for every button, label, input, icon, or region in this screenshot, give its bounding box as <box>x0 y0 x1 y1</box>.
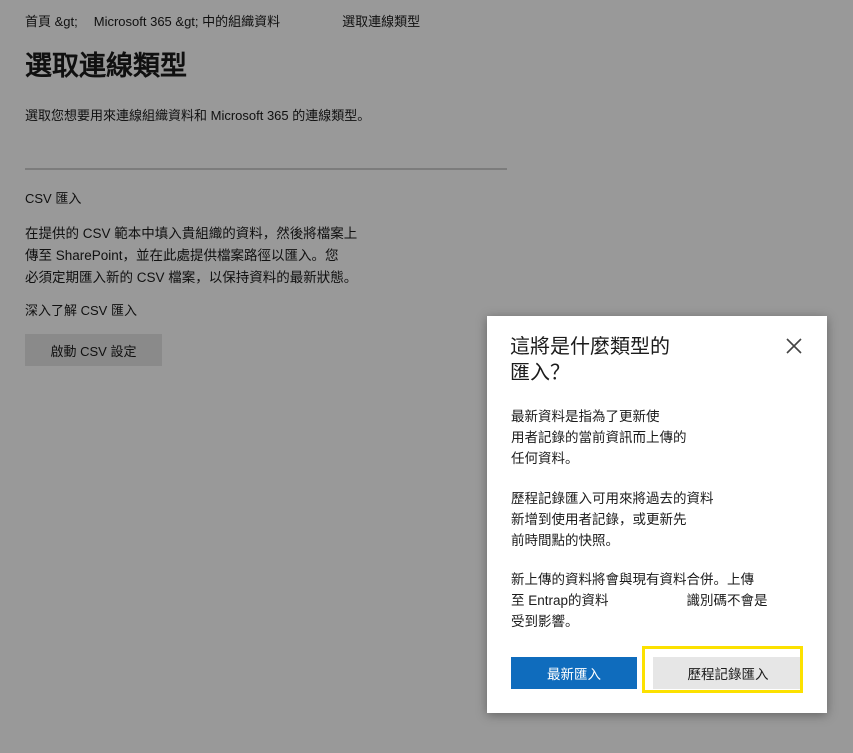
text-line: 用者記錄的當前資訊而上傳的 <box>511 430 687 445</box>
text-line: 歷程記錄匯入可用來將過去的資料 <box>511 491 714 506</box>
dialog-title: 這將是什麼類型的 匯入？ <box>510 334 690 386</box>
text-line: 任何資料。 <box>511 451 579 466</box>
text-line: 新上傳的資料將會與現有資料合併。上傳 <box>511 572 754 587</box>
history-import-description: 歷程記錄匯入可用來將過去的資料 新增到使用者記錄，或更新先 前時間點的快照。 <box>511 488 731 551</box>
latest-data-description: 最新資料是指為了更新使 用者記錄的當前資訊而上傳的 任何資料。 <box>511 406 711 469</box>
text-line: 受到影響。 <box>511 614 579 629</box>
close-icon <box>786 338 802 354</box>
text-line: 前時間點的快照。 <box>511 533 619 548</box>
dialog-title-line: 這將是什麼類型的 <box>510 336 670 358</box>
text-line: 新增到使用者記錄，或更新先 <box>511 512 687 527</box>
merge-description: 新上傳的資料將會與現有資料合併。上傳 至 Entrap的資料 識別碼不會是 受到影… <box>511 569 786 632</box>
text-line: 最新資料是指為了更新使 <box>511 409 660 424</box>
text-segment: 至 Entrap的資料 <box>511 593 609 608</box>
text-segment: 識別碼不會是 <box>686 593 768 608</box>
text-line: 至 Entrap的資料 識別碼不會是 <box>511 590 786 611</box>
latest-import-button[interactable]: 最新匯入 <box>511 657 637 689</box>
close-button[interactable] <box>782 334 806 358</box>
import-type-dialog: 這將是什麼類型的 匯入？ 最新資料是指為了更新使 用者記錄的當前資訊而上傳的 任… <box>487 316 827 713</box>
dialog-title-line: 匯入？ <box>510 362 570 384</box>
history-import-button[interactable]: 歷程記錄匯入 <box>653 657 803 689</box>
